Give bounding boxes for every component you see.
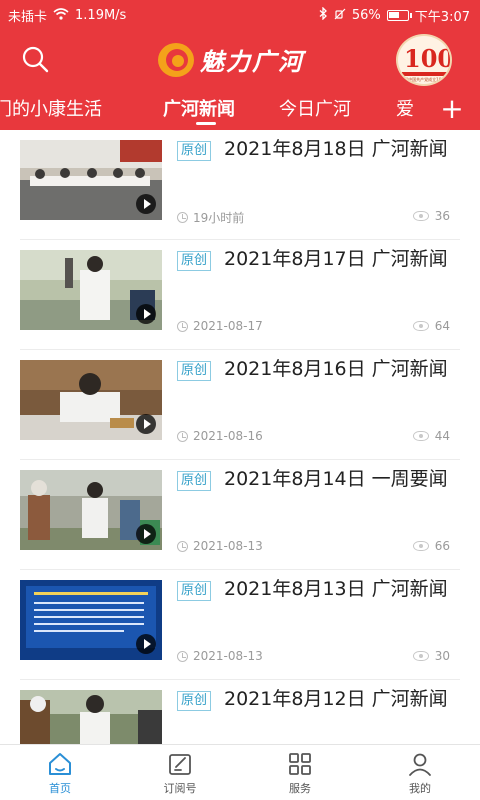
clock-time: 下午3:07	[414, 10, 470, 25]
eye-icon	[412, 541, 429, 551]
news-title[interactable]: 2021年8月16日 广河新闻	[177, 356, 461, 383]
list-item[interactable]: 2021年8月12日 广河新闻 原创	[0, 680, 480, 744]
list-item[interactable]: 2021年8月17日 广河新闻 原创 2021-08-17 64	[0, 240, 480, 350]
clock-icon	[177, 650, 188, 662]
add-channel-button[interactable]: +	[432, 92, 472, 128]
news-title[interactable]: 2021年8月17日 广河新闻	[177, 246, 461, 273]
grid-icon	[289, 753, 311, 775]
nav-subscribe[interactable]: 订阅号	[140, 751, 220, 796]
news-time-text: 2021-08-13	[193, 539, 263, 553]
network-speed: 1.19M/s	[75, 8, 127, 23]
play-icon[interactable]	[136, 304, 156, 324]
battery-percent: 56%	[351, 8, 381, 23]
news-views: 44	[412, 429, 450, 443]
news-thumbnail	[20, 580, 162, 660]
tab-today-guanghe[interactable]: 今日广河	[279, 95, 351, 121]
clock-icon	[177, 540, 188, 552]
tab-guanghe-news[interactable]: 广河新闻	[163, 95, 235, 121]
news-title[interactable]: 2021年8月18日 广河新闻	[177, 136, 461, 163]
news-time-text: 2021-08-13	[193, 649, 263, 663]
battery-icon	[386, 10, 412, 21]
subscribe-icon	[169, 754, 191, 775]
tab-xiaokang[interactable]: 门的小康生活	[0, 95, 102, 121]
original-tag: 原创	[177, 141, 212, 161]
news-views-count: 44	[434, 429, 450, 443]
nav-service-label: 服务	[289, 782, 311, 795]
wifi-icon	[53, 7, 69, 24]
channel-tabs: 门的小康生活 广河新闻 今日广河 爱 +	[0, 90, 480, 130]
news-time-text: 2021-08-16	[193, 429, 263, 443]
play-icon[interactable]	[136, 194, 156, 214]
clock-icon	[177, 320, 188, 332]
user-icon	[409, 753, 431, 776]
news-views: 36	[412, 209, 450, 223]
active-tab-indicator	[196, 122, 216, 125]
news-views-count: 36	[434, 209, 450, 223]
news-thumbnail	[20, 250, 162, 330]
news-views-count: 30	[434, 649, 450, 663]
home-icon	[49, 753, 71, 775]
badge-ribbon	[402, 72, 448, 76]
play-icon[interactable]	[136, 414, 156, 434]
sim-status: 未插卡	[8, 10, 48, 25]
app-title: 魅力广河	[200, 48, 304, 76]
eye-icon	[412, 211, 429, 221]
mute-icon	[334, 8, 346, 24]
news-views-count: 66	[434, 539, 450, 553]
news-list: 2021年8月18日 广河新闻 原创 19小时前 36 2021年8月17日 广…	[0, 130, 480, 744]
news-time-text: 2021-08-17	[193, 319, 263, 333]
list-item[interactable]: 2021年8月16日 广河新闻 原创 2021-08-16 44	[0, 350, 480, 460]
play-icon[interactable]	[136, 634, 156, 654]
logo-mark-icon	[158, 42, 194, 77]
app-header: 魅力广河 100 庆祝中国共产党成立100周年	[0, 28, 480, 90]
bluetooth-icon	[319, 6, 328, 24]
badge-number: 100	[404, 44, 452, 73]
list-item[interactable]: 2021年8月13日 广河新闻 原创 2021-08-13 30	[0, 570, 480, 680]
tab-next[interactable]: 爱	[396, 95, 414, 121]
eye-icon	[412, 321, 429, 331]
nav-home[interactable]: 首页	[20, 751, 100, 796]
original-tag: 原创	[177, 471, 212, 491]
eye-icon	[412, 431, 429, 441]
search-button[interactable]	[20, 44, 50, 74]
clock-icon	[177, 212, 188, 223]
news-views: 64	[412, 319, 450, 333]
news-time: 2021-08-13	[177, 539, 263, 553]
news-time: 19小时前	[177, 209, 244, 226]
news-title[interactable]: 2021年8月14日 一周要闻	[177, 466, 461, 493]
centenary-badge[interactable]: 100 庆祝中国共产党成立100周年	[396, 34, 452, 86]
nav-home-label: 首页	[49, 782, 71, 795]
news-title[interactable]: 2021年8月12日 广河新闻	[177, 686, 461, 713]
news-thumbnail	[20, 140, 162, 220]
original-tag: 原创	[177, 251, 212, 271]
original-tag: 原创	[177, 361, 212, 381]
news-time: 2021-08-16	[177, 429, 263, 443]
nav-subscribe-label: 订阅号	[163, 782, 197, 795]
list-item[interactable]: 2021年8月18日 广河新闻 原创 19小时前 36	[0, 130, 480, 240]
original-tag: 原创	[177, 691, 212, 711]
nav-service[interactable]: 服务	[260, 751, 340, 796]
news-time-text: 19小时前	[193, 211, 245, 225]
list-item[interactable]: 2021年8月14日 一周要闻 原创 2021-08-13 66	[0, 460, 480, 570]
news-title[interactable]: 2021年8月13日 广河新闻	[177, 576, 461, 603]
original-tag: 原创	[177, 581, 212, 601]
news-thumbnail	[20, 360, 162, 440]
news-views: 30	[412, 649, 450, 663]
nav-mine-label: 我的	[409, 782, 431, 795]
eye-icon	[412, 651, 429, 661]
status-bar: 未插卡 1.19M/s 56% 下午3:07	[0, 0, 480, 28]
news-thumbnail	[20, 470, 162, 550]
nav-mine[interactable]: 我的	[380, 751, 460, 796]
news-views-count: 64	[434, 319, 450, 333]
clock-icon	[177, 430, 188, 442]
app-logo: 魅力广河	[158, 42, 304, 77]
news-time: 2021-08-17	[177, 319, 263, 333]
badge-caption: 庆祝中国共产党成立100周年	[400, 77, 452, 82]
news-thumbnail	[20, 690, 162, 744]
search-icon	[22, 46, 49, 73]
news-time: 2021-08-13	[177, 649, 263, 663]
play-icon[interactable]	[136, 524, 156, 544]
bottom-nav: 首页 订阅号 服务 我的	[0, 744, 480, 800]
news-views: 66	[412, 539, 450, 553]
